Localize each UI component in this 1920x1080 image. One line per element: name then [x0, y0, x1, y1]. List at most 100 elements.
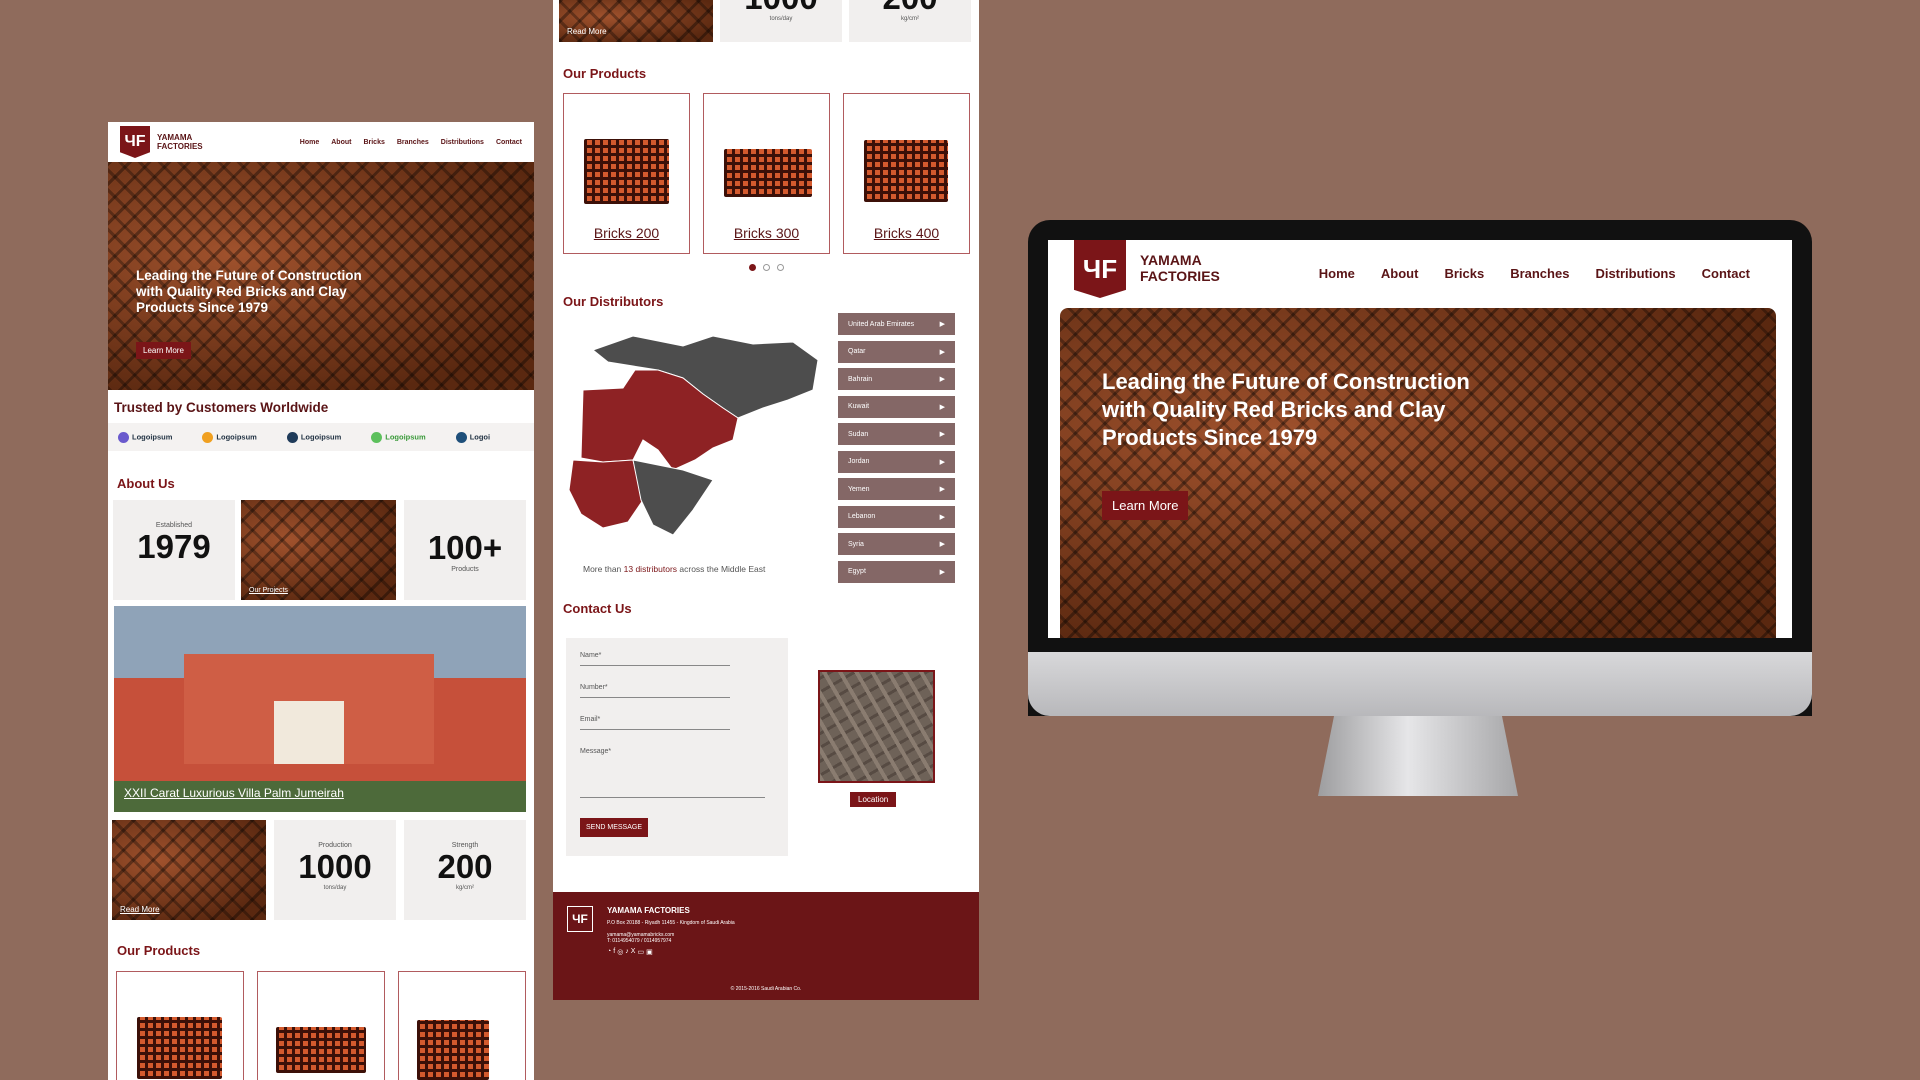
distributor-item[interactable]: United Arab Emirates ▶ — [837, 312, 956, 336]
product-card-bricks-400[interactable] — [398, 971, 526, 1080]
nav-contact[interactable]: Contact — [1702, 266, 1750, 281]
brand-name: YAMAMA FACTORIES — [157, 133, 203, 151]
youtube-icon[interactable]: ▭ — [637, 948, 644, 956]
caret-right-icon: ▶ — [939, 348, 945, 356]
map-region-grey[interactable] — [632, 459, 714, 536]
products-title: Our Products — [117, 943, 201, 958]
location-button[interactable]: Location — [850, 792, 897, 807]
brick-image — [724, 149, 812, 197]
x-icon[interactable]: X — [631, 948, 636, 956]
products-title: Our Products — [563, 66, 647, 81]
product-card-bricks-200[interactable] — [116, 971, 244, 1080]
nav-branches[interactable]: Branches — [397, 139, 429, 146]
middle-east-map[interactable] — [563, 330, 823, 550]
distributor-list: United Arab Emirates ▶ Qatar ▶ Bahrain ▶ Ku… — [837, 312, 956, 587]
caret-right-icon: ▶ — [939, 376, 945, 383]
brand-logo[interactable]: ЧF — [120, 126, 150, 158]
trusted-title: Trusted by Customers Worldwide — [114, 400, 329, 415]
logo-icon — [202, 431, 214, 443]
nav-about[interactable]: About — [1381, 266, 1419, 281]
nav-home[interactable]: Home — [1319, 266, 1355, 281]
nav-distributions[interactable]: Distributions — [441, 139, 484, 146]
instagram-icon[interactable]: ◎ — [617, 948, 623, 956]
map-region-highlighted[interactable] — [568, 459, 644, 529]
warehouse-photo[interactable]: Read More — [112, 820, 266, 920]
client-logo: Logoipsum — [118, 431, 172, 443]
product-card-bricks-300[interactable] — [257, 971, 385, 1080]
top-nav: Home About Bricks Branches Distributions… — [1319, 266, 1750, 281]
social-icons: ◔ f ◎ ♪ X ▭ ▣ — [607, 948, 653, 956]
nav-about[interactable]: About — [331, 139, 351, 146]
villa-caption[interactable]: XXII Carat Luxurious Villa Palm Jumeirah — [124, 786, 344, 800]
brick-image — [276, 1027, 366, 1073]
hero-banner: Leading the Future of Construction with … — [108, 162, 534, 390]
product-label[interactable]: Bricks 200 — [564, 225, 689, 241]
caret-right-icon: ▶ — [939, 403, 945, 411]
number-field[interactable]: Number* — [580, 684, 730, 698]
brick-image — [417, 1020, 489, 1080]
location-map[interactable] — [818, 670, 935, 783]
read-more-link[interactable]: Read More — [567, 27, 607, 36]
distributor-item[interactable]: Syria ▶ — [837, 532, 956, 556]
client-logo: Logoipsum — [371, 431, 426, 443]
warehouse-photo[interactable]: Read More — [559, 0, 713, 42]
hero-banner: Leading the Future of Construction with … — [1060, 308, 1776, 638]
client-logo: Logoipsum — [202, 431, 257, 443]
caret-right-icon: ▶ — [939, 458, 945, 466]
product-label[interactable]: Bricks 300 — [704, 225, 829, 241]
facebook-icon[interactable]: f — [613, 948, 615, 956]
carousel-dot[interactable] — [777, 264, 784, 271]
send-message-button[interactable]: SEND MESSAGE — [580, 818, 649, 837]
product-card-bricks-400[interactable]: Bricks 400 — [843, 93, 970, 254]
message-field[interactable]: Message* — [580, 748, 765, 798]
learn-more-button[interactable]: Learn More — [136, 342, 191, 359]
distributor-item[interactable]: Egypt ▶ — [837, 559, 956, 584]
nav-home[interactable]: Home — [300, 139, 319, 146]
logo-icon — [371, 431, 383, 443]
mobile-page-left: ЧF YAMAMA FACTORIES Home About Bricks Br… — [108, 122, 534, 1080]
brand-logo[interactable]: ЧF — [1074, 240, 1126, 298]
nav-distributions[interactable]: Distributions — [1595, 266, 1675, 281]
brick-image — [137, 1017, 222, 1079]
distributor-item[interactable]: Sudan ▶ — [837, 422, 956, 446]
brick-image — [864, 140, 948, 202]
distributor-item[interactable]: Kuwait ▶ — [837, 394, 956, 419]
whatsapp-icon[interactable]: ◔ — [607, 948, 611, 956]
product-label[interactable]: Bricks 400 — [844, 225, 969, 241]
product-card-bricks-300[interactable]: Bricks 300 — [703, 93, 830, 254]
distributor-item[interactable]: Yemen ▶ — [837, 477, 956, 501]
contact-form: Name* Number* Email* Message* SEND MESSA… — [566, 638, 788, 856]
distributor-item[interactable]: Bahrain ▶ — [837, 367, 956, 391]
product-card-bricks-200[interactable]: Bricks 200 — [563, 93, 690, 254]
copyright: © 2015-2016 Saudi Arabian Co. — [730, 986, 802, 992]
footer-address: P.O Box 20188 - Riyadh 11455 - Kingdom o… — [607, 920, 735, 926]
desktop-screen: ЧF YAMAMA FACTORIES Home About Bricks Br… — [1048, 240, 1792, 638]
nav-contact[interactable]: Contact — [496, 139, 522, 146]
nav-bricks[interactable]: Bricks — [1444, 266, 1484, 281]
learn-more-button[interactable]: Learn More — [1102, 491, 1189, 520]
projects-photo[interactable]: Our Projects — [241, 500, 396, 600]
distributor-item[interactable]: Qatar ▶ — [837, 339, 956, 364]
distributor-item[interactable]: Lebanon ▶ — [837, 504, 956, 529]
linkedin-icon[interactable]: ▣ — [646, 948, 653, 956]
footer-brand: YAMAMA FACTORIES — [607, 906, 690, 915]
nav-branches[interactable]: Branches — [1510, 266, 1569, 281]
strength-card: 200 kg/cm² — [849, 0, 971, 42]
products-count-card: 100+ Products — [404, 500, 526, 600]
about-title: About Us — [117, 476, 175, 491]
production-card: 1000 tons/day — [720, 0, 842, 42]
name-field[interactable]: Name* — [580, 652, 730, 666]
carousel-dot-active[interactable] — [749, 264, 756, 271]
monitor-stand — [1318, 716, 1518, 796]
read-more-link[interactable]: Read More — [120, 905, 160, 914]
nav-bricks[interactable]: Bricks — [363, 139, 384, 146]
distributor-item[interactable]: Jordan ▶ — [837, 449, 956, 474]
tiktok-icon[interactable]: ♪ — [625, 948, 629, 956]
email-field[interactable]: Email* — [580, 716, 730, 730]
villa-photo[interactable]: XXII Carat Luxurious Villa Palm Jumeirah — [114, 606, 526, 812]
projects-link[interactable]: Our Projects — [249, 587, 288, 594]
caret-right-icon: ▶ — [939, 321, 945, 328]
distributor-note: More than 13 distributors across the Mid… — [583, 564, 766, 574]
carousel-dot[interactable] — [763, 264, 770, 271]
footer-phone: T: 0114954079 / 0114957974 — [607, 938, 672, 944]
